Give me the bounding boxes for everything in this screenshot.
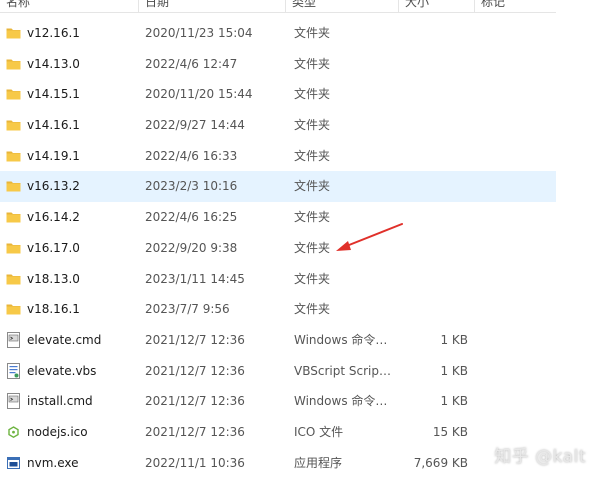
file-size [400, 49, 468, 80]
file-date: 2021/12/7 12:36 [145, 332, 245, 347]
file-type: VBScript Script ... [294, 363, 394, 378]
exe-file-icon [6, 448, 22, 479]
file-size: 15 KB [432, 424, 468, 439]
file-size: 1 KB [440, 332, 468, 347]
file-date: 2020/11/23 15:04 [145, 26, 253, 40]
file-type: 文件夹 [294, 118, 331, 133]
file-name: v16.13.2 [27, 179, 80, 194]
file-size [400, 233, 468, 264]
file-size [400, 79, 468, 110]
file-name: v14.15.1 [27, 87, 80, 102]
list-item[interactable]: v12.16.1 2020/11/23 15:04 文件夹 [0, 18, 556, 49]
list-item[interactable]: v14.13.0 2022/4/6 12:47 文件夹 [0, 49, 556, 80]
list-item[interactable]: nodejs.ico 2021/12/7 12:36 ICO 文件 15 KB [0, 417, 556, 448]
file-name: nodejs.ico [27, 424, 88, 439]
file-date: 2022/4/6 16:33 [145, 148, 238, 163]
file-date: 2023/1/11 14:45 [145, 271, 245, 286]
file-size [400, 141, 468, 172]
file-type: 文件夹 [294, 87, 331, 102]
folder-icon [6, 202, 22, 233]
file-name: elevate.cmd [27, 332, 102, 347]
file-name: v14.16.1 [27, 118, 80, 133]
file-date: 2020/11/20 15:44 [145, 87, 253, 102]
file-name: elevate.vbs [27, 363, 97, 378]
file-name: v18.16.1 [27, 302, 80, 317]
file-size [400, 202, 468, 233]
file-type: Windows 命令脚本 [294, 332, 394, 347]
file-date: 2022/9/20 9:38 [145, 240, 238, 255]
file-size: 1 KB [440, 363, 468, 378]
list-item[interactable]: elevate.vbs 2021/12/7 12:36 VBScript Scrip… [0, 356, 556, 387]
cmd-file-icon [6, 386, 22, 417]
file-explorer: 名称 日期 类型 大小 标记 v12.16.1 2020/11/23 15:04 文… [0, 0, 600, 481]
file-name: v18.13.0 [27, 271, 80, 286]
folder-icon [6, 18, 22, 49]
file-date: 2023/7/7 9:56 [145, 302, 230, 317]
file-date: 2022/4/6 16:25 [145, 210, 238, 225]
watermark: 知乎 @kalt [494, 447, 586, 467]
column-header-size[interactable]: 大小 [399, 0, 475, 12]
file-date: 2021/12/7 12:36 [145, 424, 245, 439]
list-item[interactable]: v14.16.1 2022/9/27 14:44 文件夹 [0, 110, 556, 141]
folder-icon [6, 79, 22, 110]
file-size [400, 18, 468, 49]
list-item[interactable]: v16.13.2 2023/2/3 10:16 文件夹 [0, 171, 556, 203]
file-name: nvm.exe [27, 455, 79, 470]
file-name: v12.16.1 [27, 26, 80, 40]
file-type: ICO 文件 [294, 424, 344, 439]
list-item[interactable]: v16.17.0 2022/9/20 9:38 文件夹 [0, 233, 556, 264]
column-header-type[interactable]: 类型 [286, 0, 399, 12]
vbs-file-icon [6, 356, 22, 387]
file-type: Windows 命令脚本 [294, 394, 394, 409]
file-type: 文件夹 [294, 56, 331, 71]
column-header-date[interactable]: 日期 [139, 0, 286, 12]
file-date: 2021/12/7 12:36 [145, 363, 245, 378]
list-item[interactable]: v16.14.2 2022/4/6 16:25 文件夹 [0, 202, 556, 233]
file-size: 1 KB [440, 394, 468, 409]
folder-icon [6, 141, 22, 172]
list-item[interactable]: nvm.exe 2022/11/1 10:36 应用程序 7,669 KB [0, 448, 556, 479]
column-header-tags[interactable]: 标记 [475, 0, 556, 12]
folder-icon [6, 171, 22, 202]
list-item[interactable]: v14.19.1 2022/4/6 16:33 文件夹 [0, 141, 556, 172]
file-list: v12.16.1 2020/11/23 15:04 文件夹 v14.13.0 2022/… [0, 18, 600, 478]
list-item[interactable]: v18.13.0 2023/1/11 14:45 文件夹 [0, 264, 556, 295]
file-type: 文件夹 [294, 148, 331, 163]
folder-icon [6, 110, 22, 141]
folder-icon [6, 233, 22, 264]
folder-icon [6, 49, 22, 80]
column-header-name[interactable]: 名称 [0, 0, 139, 12]
ico-file-icon [6, 417, 22, 448]
file-name: v14.13.0 [27, 56, 80, 71]
list-item[interactable]: elevate.cmd 2021/12/7 12:36 Windows 命令脚本 1 … [0, 325, 556, 356]
file-name: install.cmd [27, 394, 93, 409]
folder-icon [6, 264, 22, 295]
file-size [400, 264, 468, 295]
file-type: 文件夹 [294, 271, 331, 286]
list-item[interactable]: v18.16.1 2023/7/7 9:56 文件夹 [0, 294, 556, 325]
cmd-file-icon [6, 325, 22, 356]
file-date: 2022/11/1 10:36 [145, 455, 245, 470]
folder-icon [6, 294, 22, 325]
file-date: 2021/12/7 12:36 [145, 394, 245, 409]
file-type: 文件夹 [294, 302, 331, 317]
file-size: 7,669 KB [413, 455, 468, 470]
file-type: 文件夹 [294, 179, 331, 194]
file-name: v16.17.0 [27, 240, 80, 255]
file-date: 2023/2/3 10:16 [145, 179, 238, 194]
file-date: 2022/4/6 12:47 [145, 56, 238, 71]
file-date: 2022/9/27 14:44 [145, 118, 245, 133]
list-item[interactable]: install.cmd 2021/12/7 12:36 Windows 命令脚本 1 … [0, 386, 556, 417]
red-arrow-icon [336, 223, 403, 251]
file-size [400, 110, 468, 141]
file-name: v14.19.1 [27, 148, 80, 163]
file-size [400, 294, 468, 325]
file-name: v16.14.2 [27, 210, 80, 225]
file-type: 应用程序 [294, 455, 343, 470]
file-size [400, 171, 468, 202]
column-header-bar: 名称 日期 类型 大小 标记 [0, 0, 556, 13]
file-type: 文件夹 [294, 26, 331, 40]
list-item[interactable]: v14.15.1 2020/11/20 15:44 文件夹 [0, 79, 556, 110]
